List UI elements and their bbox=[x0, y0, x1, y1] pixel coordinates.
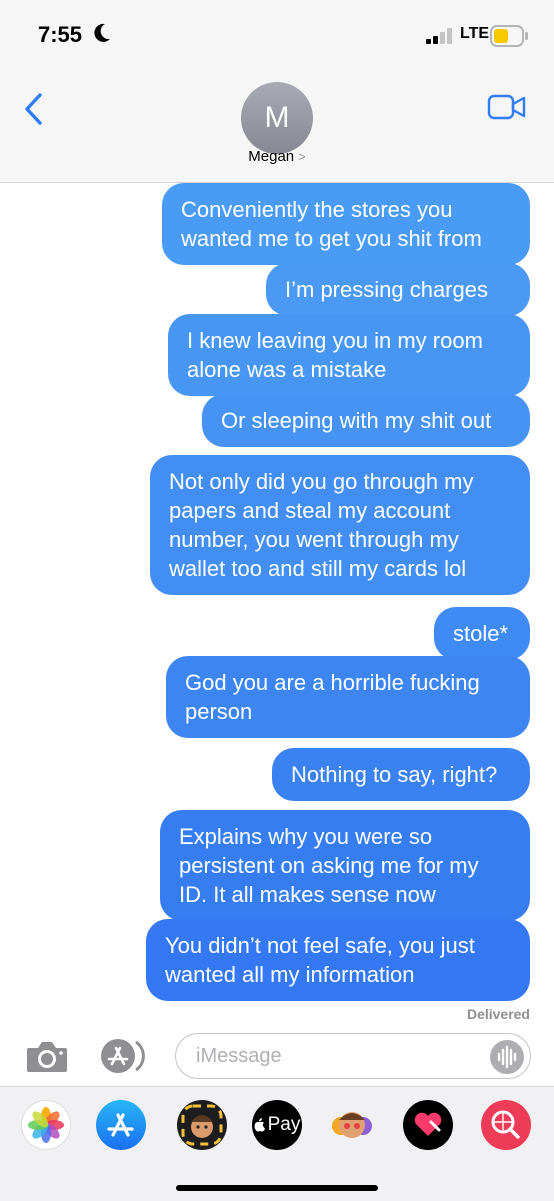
message-text-line: wanted all my information bbox=[165, 962, 415, 987]
status-time: 7:55 bbox=[38, 22, 83, 47]
message-text-line: Explains why you were so bbox=[179, 824, 433, 849]
status-bar: 7:55 LTE bbox=[0, 0, 554, 70]
contact-chevron-icon: > bbox=[298, 149, 306, 164]
app-store-icon[interactable] bbox=[96, 1100, 146, 1150]
message-bubble[interactable]: I’m pressing charges bbox=[266, 263, 530, 316]
battery-icon bbox=[490, 25, 528, 47]
message-text-line: God you are a horrible fucking bbox=[185, 670, 480, 695]
do-not-disturb-moon-icon bbox=[94, 23, 110, 42]
audio-message-button[interactable] bbox=[490, 1040, 524, 1074]
apple-logo-icon bbox=[254, 1118, 265, 1132]
message-bubble[interactable]: stole* bbox=[434, 607, 530, 660]
message-bubble[interactable]: Not only did you go through my papers and… bbox=[150, 455, 530, 595]
message-text-line: Nothing to say, right? bbox=[291, 762, 498, 787]
conversation-header: M Megan > bbox=[0, 70, 554, 183]
message-bubble[interactable]: Or sleeping with my shit out bbox=[202, 394, 530, 447]
facetime-video-icon[interactable] bbox=[487, 94, 527, 120]
contact-name-button[interactable]: Megan > bbox=[0, 148, 554, 165]
apple-pay-icon[interactable]: Pay bbox=[252, 1100, 302, 1150]
message-bubble[interactable]: Nothing to say, right? bbox=[272, 748, 530, 801]
camera-icon[interactable] bbox=[25, 1038, 69, 1074]
app-store-drawer-icon[interactable] bbox=[96, 1038, 156, 1074]
message-text-line: papers and steal my account bbox=[169, 498, 451, 523]
back-chevron-icon[interactable] bbox=[22, 92, 44, 126]
message-text-line: stole* bbox=[453, 621, 509, 646]
message-text-line: wallet too and still my cards lol bbox=[169, 556, 467, 581]
home-indicator bbox=[176, 1185, 378, 1191]
message-text-line: wanted me to get you shit from bbox=[181, 226, 482, 251]
message-text-line: alone was a mistake bbox=[187, 357, 387, 382]
memoji-stickers-icon[interactable] bbox=[327, 1100, 377, 1150]
memoji-icon[interactable] bbox=[177, 1100, 227, 1150]
message-text-line: I knew leaving you in my room bbox=[187, 328, 483, 353]
avatar-initial: M bbox=[264, 101, 290, 134]
network-type: LTE bbox=[460, 25, 490, 42]
message-bubble[interactable]: Explains why you were so persistent on as… bbox=[160, 810, 530, 921]
message-text-line: You didn’t not feel safe, you just bbox=[165, 933, 475, 958]
message-input[interactable]: iMessage bbox=[175, 1033, 531, 1079]
message-bubble[interactable]: God you are a horrible fucking person bbox=[166, 656, 530, 738]
message-input-placeholder: iMessage bbox=[196, 1045, 282, 1067]
cellular-signal-icon bbox=[426, 28, 452, 44]
message-text-line: ID. It all makes sense now bbox=[179, 882, 436, 907]
message-bubble[interactable]: You didn’t not feel safe, you just wanted… bbox=[146, 919, 530, 1001]
imessage-app-drawer: Pay bbox=[0, 1086, 554, 1201]
message-text-line: number, you went through my bbox=[169, 527, 459, 552]
image-search-icon[interactable] bbox=[481, 1100, 531, 1150]
photos-icon[interactable] bbox=[21, 1100, 71, 1150]
message-text-line: I’m pressing charges bbox=[285, 277, 488, 302]
digital-touch-icon[interactable] bbox=[403, 1100, 453, 1150]
message-text-line: Or sleeping with my shit out bbox=[221, 408, 492, 433]
apple-pay-label: Pay bbox=[267, 1114, 301, 1135]
contact-avatar[interactable]: M bbox=[241, 82, 313, 154]
delivered-status: Delivered bbox=[466, 1006, 530, 1022]
message-text-line: Not only did you go through my bbox=[169, 469, 474, 494]
message-bubble[interactable]: Conveniently the stores you wanted me to … bbox=[162, 183, 530, 265]
waveform-icon bbox=[497, 1045, 517, 1069]
message-text-line: persistent on asking me for my bbox=[179, 853, 479, 878]
message-text-line: Conveniently the stores you bbox=[181, 197, 453, 222]
message-text-line: person bbox=[185, 699, 253, 724]
compose-bar: iMessage bbox=[0, 1030, 554, 1086]
contact-name: Megan bbox=[248, 148, 295, 165]
message-bubble[interactable]: I knew leaving you in my room alone was a… bbox=[168, 314, 530, 396]
